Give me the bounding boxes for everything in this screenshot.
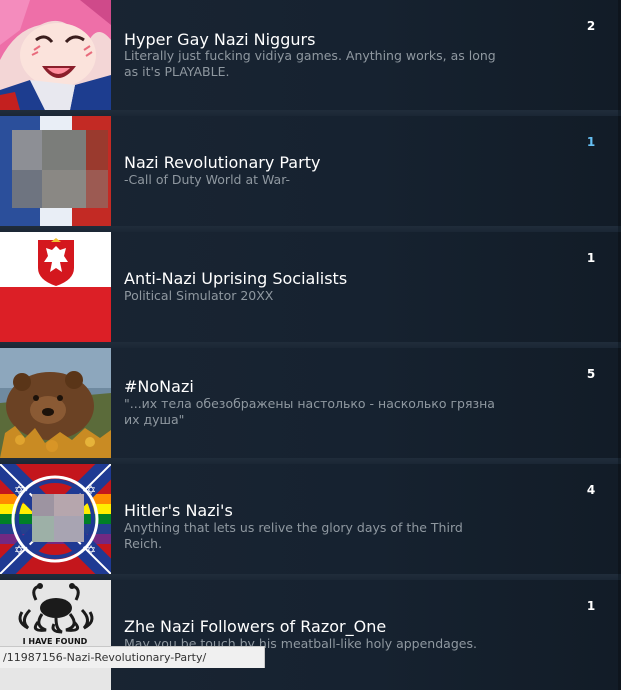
- group-avatar[interactable]: [0, 232, 111, 342]
- avatar-caption: I HAVE FOUND: [23, 637, 88, 646]
- svg-text:✡: ✡: [14, 483, 24, 497]
- member-count: 4: [586, 483, 596, 497]
- group-row[interactable]: I HAVE FOUND Zhe Nazi Followers of Razor…: [0, 574, 621, 690]
- group-avatar[interactable]: [0, 116, 111, 226]
- group-row[interactable]: #NoNazi "...их тела обезображены настоль…: [0, 342, 621, 458]
- svg-text:✡: ✡: [86, 483, 96, 497]
- blurred-flag-avatar-icon: [0, 116, 111, 226]
- group-avatar[interactable]: I HAVE FOUND: [0, 580, 111, 690]
- flag-collage-avatar-icon: ✡ ✡ ✡ ✡: [0, 464, 111, 574]
- group-row[interactable]: Hyper Gay Nazi Niggurs Literally just fu…: [0, 0, 621, 110]
- group-row[interactable]: Nazi Revolutionary Party -Call of Duty W…: [0, 110, 621, 226]
- group-row[interactable]: ✡ ✡ ✡ ✡ Hitler's Nazi's Anything that le…: [0, 458, 621, 574]
- spaghetti-monster-avatar-icon: I HAVE FOUND: [0, 580, 111, 690]
- group-description: "...их тела обезображены настолько - нас…: [124, 396, 495, 427]
- member-count: 1: [586, 135, 596, 149]
- member-count: 1: [586, 599, 596, 613]
- group-description: Literally just fucking vidiya games. Any…: [124, 48, 496, 79]
- group-name[interactable]: Anti-Nazi Uprising Socialists: [124, 269, 347, 288]
- member-count: 2: [586, 19, 596, 33]
- anime-girl-avatar-icon: [0, 0, 111, 110]
- browser-status-bar: /11987156-Nazi-Revolutionary-Party/: [0, 646, 266, 668]
- group-name[interactable]: Nazi Revolutionary Party: [124, 153, 320, 172]
- group-description: Political Simulator 20XX: [124, 288, 274, 303]
- group-row[interactable]: Anti-Nazi Uprising Socialists Political …: [0, 226, 621, 342]
- group-name[interactable]: Hyper Gay Nazi Niggurs: [124, 30, 315, 49]
- group-avatar[interactable]: [0, 348, 111, 458]
- svg-text:✡: ✡: [14, 543, 24, 557]
- group-description: -Call of Duty World at War-: [124, 172, 291, 187]
- group-name[interactable]: Hitler's Nazi's: [124, 501, 233, 520]
- bear-avatar-icon: [0, 348, 111, 458]
- group-avatar[interactable]: ✡ ✡ ✡ ✡: [0, 464, 111, 574]
- group-avatar[interactable]: [0, 0, 111, 110]
- status-url: /11987156-Nazi-Revolutionary-Party/: [3, 651, 207, 664]
- group-name[interactable]: #NoNazi: [124, 377, 194, 396]
- svg-text:✡: ✡: [86, 543, 96, 557]
- member-count: 5: [586, 367, 596, 381]
- member-count: 1: [586, 251, 596, 265]
- group-name[interactable]: Zhe Nazi Followers of Razor_One: [124, 617, 386, 636]
- poland-flag-avatar-icon: [0, 232, 111, 342]
- group-description: Anything that lets us relive the glory d…: [124, 520, 463, 551]
